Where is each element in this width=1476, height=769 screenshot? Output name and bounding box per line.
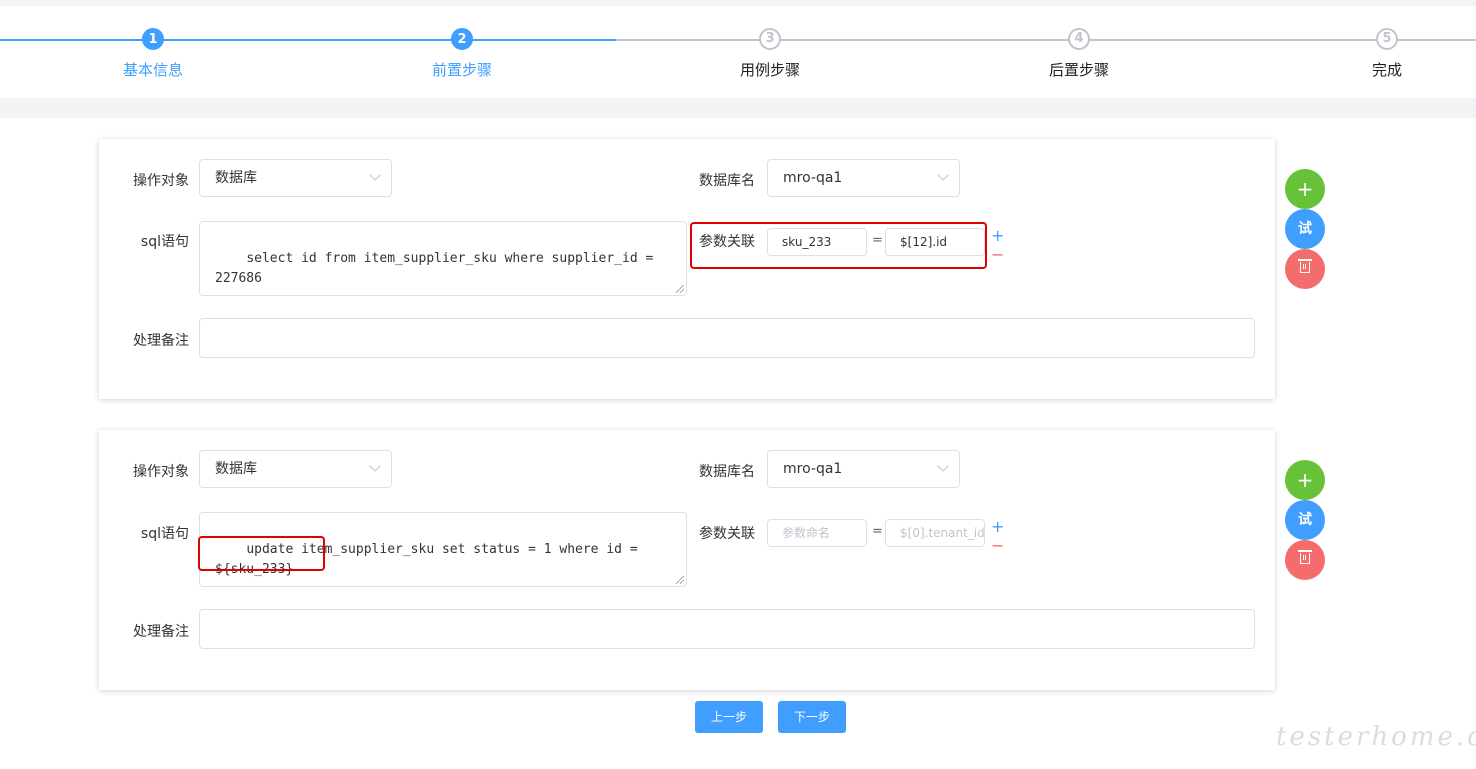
sql-label: sql语句 [140, 234, 189, 250]
try-button-1[interactable]: 试 [1285, 209, 1325, 249]
trash-icon [1298, 259, 1312, 273]
step-case-steps[interactable]: 3 用例步骤 [710, 28, 830, 80]
equals-sign: = [872, 524, 883, 539]
watermark: testerhome.com [1276, 722, 1476, 752]
pre-step-card-1: 操作对象 数据库 数据库名 mro-qa1 sql语句 select id fr… [99, 139, 1275, 399]
remove-param-button[interactable]: − [991, 538, 1004, 554]
remark-input[interactable] [199, 609, 1255, 649]
param-name-input[interactable]: 参数命名 [767, 519, 867, 547]
chevron-down-icon [937, 460, 949, 472]
try-label: 试 [1298, 221, 1312, 237]
step-post-steps[interactable]: 4 后置步骤 [1019, 28, 1139, 80]
plus-icon: + [1296, 468, 1314, 492]
db-name-select[interactable]: mro-qa1 [767, 159, 960, 197]
operation-target-label: 操作对象 [133, 173, 189, 189]
param-value-input[interactable]: $[0].tenant_id [885, 519, 985, 547]
step-number: 4 [1068, 28, 1090, 50]
add-param-button[interactable]: + [991, 519, 1004, 535]
remark-label: 处理备注 [133, 333, 189, 349]
step-label: 基本信息 [122, 61, 183, 79]
operation-target-select[interactable]: 数据库 [199, 159, 392, 197]
step-label: 完成 [1371, 61, 1402, 79]
step-label: 用例步骤 [739, 61, 800, 79]
step-number: 2 [451, 28, 473, 50]
step-number: 5 [1376, 28, 1398, 50]
resize-handle[interactable] [676, 576, 684, 584]
db-name-value: mro-qa1 [783, 170, 843, 186]
step-label: 前置步骤 [431, 61, 492, 79]
pre-step-card-2: 操作对象 数据库 数据库名 mro-qa1 sql语句 update item_… [99, 430, 1275, 690]
chevron-down-icon [369, 460, 381, 472]
step-basic-info[interactable]: 1 基本信息 [93, 28, 213, 80]
operation-target-value: 数据库 [215, 461, 257, 477]
next-step-button[interactable]: 下一步 [778, 701, 846, 733]
remark-input[interactable] [199, 318, 1255, 358]
sql-textarea[interactable]: select id from item_supplier_sku where s… [199, 221, 687, 296]
delete-step-button-1[interactable] [1285, 249, 1325, 289]
db-name-label: 数据库名 [699, 173, 755, 189]
param-link-label: 参数关联 [699, 526, 755, 542]
step-number: 1 [142, 28, 164, 50]
highlight-box-variable [198, 536, 325, 571]
prev-step-button[interactable]: 上一步 [695, 701, 763, 733]
add-step-button-1[interactable]: + [1285, 169, 1325, 209]
resize-handle[interactable] [676, 285, 684, 293]
highlight-box-param [690, 222, 987, 269]
remark-label: 处理备注 [133, 624, 189, 640]
step-pre-steps[interactable]: 2 前置步骤 [402, 28, 522, 80]
db-name-label: 数据库名 [699, 464, 755, 480]
try-label: 试 [1298, 512, 1312, 528]
add-step-button-2[interactable]: + [1285, 460, 1325, 500]
step-number: 3 [759, 28, 781, 50]
plus-icon: + [1296, 177, 1314, 201]
trash-icon [1298, 550, 1312, 564]
db-name-value: mro-qa1 [783, 461, 843, 477]
steps-bar: 1 基本信息 2 前置步骤 3 用例步骤 4 后置步骤 5 完成 [0, 6, 1476, 98]
operation-target-select[interactable]: 数据库 [199, 450, 392, 488]
add-param-button[interactable]: + [991, 228, 1004, 244]
sql-label: sql语句 [140, 526, 189, 542]
delete-step-button-2[interactable] [1285, 540, 1325, 580]
operation-target-label: 操作对象 [133, 464, 189, 480]
sql-text: select id from item_supplier_sku where s… [215, 251, 662, 286]
db-name-select[interactable]: mro-qa1 [767, 450, 960, 488]
remove-param-button[interactable]: − [991, 247, 1004, 263]
operation-target-value: 数据库 [215, 170, 257, 186]
step-finish[interactable]: 5 完成 [1327, 28, 1447, 80]
try-button-2[interactable]: 试 [1285, 500, 1325, 540]
chevron-down-icon [369, 169, 381, 181]
chevron-down-icon [937, 169, 949, 181]
step-label: 后置步骤 [1048, 61, 1109, 79]
